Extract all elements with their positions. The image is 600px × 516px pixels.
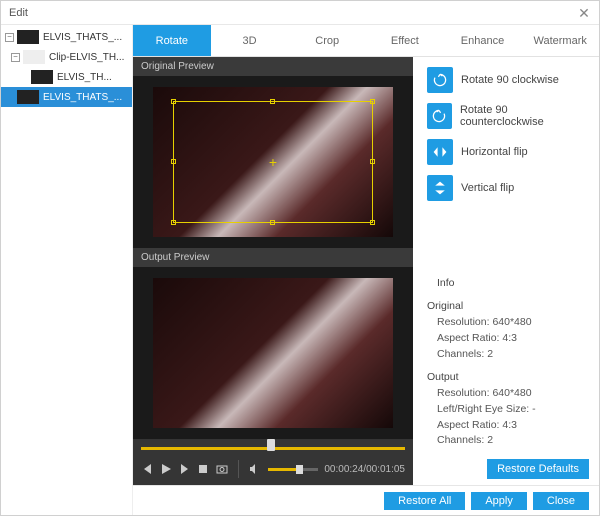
original-preview[interactable]: + <box>133 76 413 248</box>
snapshot-button[interactable] <box>216 462 229 476</box>
seek-bar[interactable] <box>133 439 413 453</box>
tab-rotate[interactable]: Rotate <box>133 25 211 56</box>
flip-horizontal-option[interactable]: Horizontal flip <box>427 139 589 165</box>
original-heading: Original <box>427 299 589 315</box>
crop-handle[interactable] <box>370 159 375 164</box>
tab-watermark[interactable]: Watermark <box>521 25 599 56</box>
tree-label: Clip-ELVIS_TH... <box>49 52 124 63</box>
rotate-ccw-option[interactable]: Rotate 90 counterclockwise <box>427 103 589 129</box>
file-tree: − ELVIS_THATS_... − Clip-ELVIS_TH... ELV… <box>1 25 133 515</box>
video-frame <box>153 278 393 428</box>
original-preview-label: Original Preview <box>133 57 413 76</box>
volume-icon[interactable] <box>249 462 262 476</box>
tab-bar: Rotate 3D Crop Effect Enhance Watermark <box>133 25 599 57</box>
crop-handle[interactable] <box>171 159 176 164</box>
flip-vertical-icon <box>427 175 453 201</box>
crop-handle[interactable] <box>370 99 375 104</box>
apply-button[interactable]: Apply <box>471 492 527 510</box>
close-button[interactable]: Close <box>533 492 589 510</box>
separator <box>238 460 239 478</box>
body: − ELVIS_THATS_... − Clip-ELVIS_TH... ELV… <box>1 25 599 515</box>
volume-slider[interactable] <box>268 468 319 471</box>
tree-item[interactable]: − ELVIS_THATS_... <box>1 27 132 47</box>
tree-item-selected[interactable]: ELVIS_THATS_... <box>1 87 132 107</box>
footer: Restore All Apply Close <box>133 485 599 515</box>
restore-all-button[interactable]: Restore All <box>384 492 465 510</box>
stop-button[interactable] <box>197 462 210 476</box>
flip-vertical-option[interactable]: Vertical flip <box>427 175 589 201</box>
center-cross-icon: + <box>269 154 277 170</box>
info-row: Channels: 2 <box>427 433 589 449</box>
rotate-cw-option[interactable]: Rotate 90 clockwise <box>427 67 589 93</box>
option-label: Vertical flip <box>461 182 514 194</box>
tab-3d[interactable]: 3D <box>211 25 289 56</box>
video-frame: + <box>153 87 393 237</box>
info-row: Resolution: 640*480 <box>427 315 589 331</box>
option-label: Rotate 90 clockwise <box>461 74 559 86</box>
crop-rectangle[interactable]: + <box>173 101 373 223</box>
tree-item[interactable]: − Clip-ELVIS_TH... <box>1 47 132 67</box>
crop-handle[interactable] <box>270 99 275 104</box>
titlebar: Edit ✕ <box>1 1 599 25</box>
restore-defaults-button[interactable]: Restore Defaults <box>487 459 589 479</box>
crop-handle[interactable] <box>370 220 375 225</box>
info-row: Aspect Ratio: 4:3 <box>427 331 589 347</box>
tree-label: ELVIS_THATS_... <box>43 92 122 103</box>
thumbnail <box>23 50 45 64</box>
volume-thumb[interactable] <box>296 465 303 474</box>
flip-horizontal-icon <box>427 139 453 165</box>
tab-enhance[interactable]: Enhance <box>444 25 522 56</box>
play-button[interactable] <box>160 462 173 476</box>
tab-crop[interactable]: Crop <box>288 25 366 56</box>
rotate-ccw-icon <box>427 103 452 129</box>
thumbnail <box>17 30 39 44</box>
option-label: Rotate 90 counterclockwise <box>460 104 589 128</box>
output-preview[interactable] <box>133 267 413 439</box>
info-row: Aspect Ratio: 4:3 <box>427 418 589 434</box>
output-preview-label: Output Preview <box>133 248 413 267</box>
next-button[interactable] <box>178 462 191 476</box>
options-column: Rotate 90 clockwise Rotate 90 counterclo… <box>413 57 599 485</box>
collapse-icon[interactable]: − <box>11 53 20 62</box>
rotate-cw-icon <box>427 67 453 93</box>
timecode: 00:00:24/00:01:05 <box>324 464 405 475</box>
thumbnail <box>17 90 39 104</box>
content-area: Original Preview <box>133 57 599 485</box>
info-row: Resolution: 640*480 <box>427 386 589 402</box>
output-heading: Output <box>427 370 589 386</box>
info-row: Left/Right Eye Size: - <box>427 402 589 418</box>
info-heading: Info <box>427 276 589 292</box>
prev-button[interactable] <box>141 462 154 476</box>
close-icon[interactable]: ✕ <box>577 6 591 20</box>
tree-label: ELVIS_THATS_... <box>43 32 122 43</box>
window-title: Edit <box>9 7 577 19</box>
tree-item[interactable]: ELVIS_TH... <box>1 67 132 87</box>
crop-handle[interactable] <box>171 99 176 104</box>
thumbnail <box>31 70 53 84</box>
tab-effect[interactable]: Effect <box>366 25 444 56</box>
preview-column: Original Preview <box>133 57 413 485</box>
playback-controls: 00:00:24/00:01:05 <box>133 439 413 485</box>
volume-fill <box>268 468 296 471</box>
main-panel: Rotate 3D Crop Effect Enhance Watermark … <box>133 25 599 515</box>
info-block: Info Original Resolution: 640*480 Aspect… <box>427 268 589 450</box>
crop-handle[interactable] <box>171 220 176 225</box>
option-label: Horizontal flip <box>461 146 528 158</box>
collapse-icon[interactable]: − <box>5 33 14 42</box>
seek-thumb[interactable] <box>267 439 275 451</box>
info-row: Channels: 2 <box>427 347 589 363</box>
edit-window: Edit ✕ − ELVIS_THATS_... − Clip-ELVIS_TH… <box>0 0 600 516</box>
tree-label: ELVIS_TH... <box>57 72 112 83</box>
crop-handle[interactable] <box>270 220 275 225</box>
